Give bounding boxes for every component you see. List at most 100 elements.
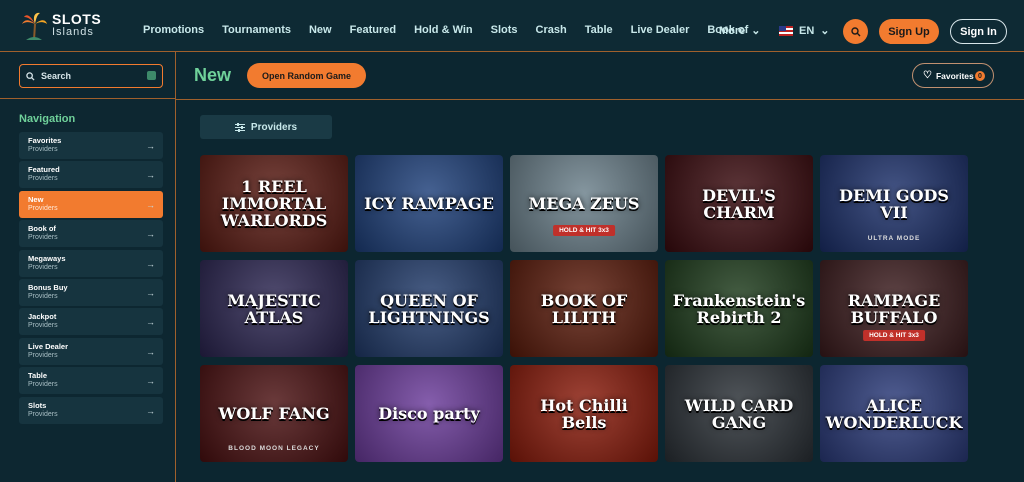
sidebar-item-megaways[interactable]: Megaways Providers → <box>19 249 163 277</box>
sidebar-item-favorites[interactable]: Favorites Providers → <box>19 132 163 159</box>
nav-crash[interactable]: Crash <box>536 24 567 36</box>
shortcut-icon <box>147 71 156 80</box>
sidebar-item-sub: Providers <box>28 322 58 330</box>
game-tile[interactable]: ALICE WONDERLUCK <box>820 365 968 462</box>
game-tile[interactable]: ICY RAMPAGE <box>355 155 503 252</box>
sidebar-item-label: Jackpot <box>28 312 57 322</box>
sidebar-search-input[interactable]: Search <box>19 64 163 88</box>
game-title: DEVIL'S CHARM <box>702 185 776 222</box>
sidebar-item-new[interactable]: New Providers → <box>19 190 163 218</box>
game-title: DEMI GODS VII <box>839 185 949 222</box>
sidebar-item-label: Bonus Buy <box>28 282 68 292</box>
sign-in-button[interactable]: Sign In <box>950 19 1007 44</box>
game-tile[interactable]: BOOK OF LILITH <box>510 260 658 357</box>
nav-table[interactable]: Table <box>585 24 613 36</box>
nav-tournaments[interactable]: Tournaments <box>222 24 291 36</box>
sign-up-button[interactable]: Sign Up <box>879 19 939 44</box>
sidebar-item-bonus-buy[interactable]: Bonus Buy Providers → <box>19 278 163 306</box>
sidebar-item-label: Favorites <box>28 136 62 145</box>
game-title: WILD CARD GANG <box>684 395 794 432</box>
brand-sub: Islands <box>52 26 94 38</box>
providers-label: Providers <box>250 121 298 133</box>
search-icon <box>850 26 860 36</box>
search-button[interactable] <box>843 19 868 44</box>
game-title: Frankenstein's Rebirth 2 <box>672 290 806 327</box>
game-subtitle: BLOOD MOON LEGACY <box>228 445 320 452</box>
providers-filter-button[interactable]: Providers <box>200 115 332 139</box>
more-menu[interactable]: More ⌄ <box>719 24 761 38</box>
chevron-down-icon: ⌄ <box>751 25 761 37</box>
sidebar-item-slots[interactable]: Slots Providers → <box>19 396 163 424</box>
game-tile[interactable]: DEVIL'S CHARM <box>665 155 813 252</box>
arrow-right-icon: → <box>146 258 155 269</box>
sidebar-item-label: Megaways <box>28 253 66 263</box>
nav-featured[interactable]: Featured <box>350 24 396 36</box>
game-title: MAJESTIC ATLAS <box>227 290 321 327</box>
game-tile[interactable]: Frankenstein's Rebirth 2 <box>665 260 813 357</box>
game-badge: HOLD & HIT 3x3 <box>553 225 615 236</box>
uk-flag-icon <box>779 25 793 36</box>
navigation-title: Navigation <box>19 113 76 125</box>
navigation-list: Favorites Providers → Featured Providers → N… <box>19 132 163 426</box>
sidebar-item-book-of[interactable]: Book of Providers → <box>19 220 163 248</box>
sidebar: Search Navigation Favorites Providers → Fe… <box>0 52 176 482</box>
game-tile[interactable]: MEGA ZEUS HOLD & HIT 3x3 <box>510 155 658 252</box>
game-subtitle: ULTRA MODE <box>867 235 921 242</box>
arrow-right-icon: → <box>146 405 155 416</box>
arrow-right-icon: → <box>146 229 155 240</box>
nav-new[interactable]: New <box>309 24 332 36</box>
game-title: MEGA ZEUS <box>528 194 640 213</box>
game-tile[interactable]: 1 REEL IMMORTAL WARLORDS <box>200 155 348 252</box>
sidebar-item-label: Slots <box>28 400 47 410</box>
game-tile[interactable]: Hot Chilli Bells <box>510 365 658 462</box>
nav-live-dealer[interactable]: Live Dealer <box>631 24 690 36</box>
open-random-game-button[interactable]: Open Random Game <box>247 63 366 88</box>
divider <box>0 98 176 99</box>
nav-slots[interactable]: Slots <box>491 24 518 36</box>
sidebar-item-jackpot[interactable]: Jackpot Providers → <box>19 308 163 336</box>
sidebar-item-sub: Providers <box>28 381 58 389</box>
game-title: QUEEN OF LIGHTNINGS <box>368 290 490 327</box>
sidebar-item-live-dealer[interactable]: Live Dealer Providers → <box>19 337 163 365</box>
search-placeholder: Search <box>41 71 72 81</box>
game-tile[interactable]: RAMPAGE BUFFALO HOLD & HIT 3x3 <box>820 260 968 357</box>
heart-icon: ♡ <box>923 70 932 81</box>
arrow-right-icon: → <box>146 287 155 298</box>
game-tile[interactable]: MAJESTIC ATLAS <box>200 260 348 357</box>
language-selector[interactable]: EN ⌄ <box>779 24 830 37</box>
sidebar-item-featured[interactable]: Featured Providers → <box>19 161 163 189</box>
content-topbar: New Open Random Game ♡ Favorites 0 <box>176 52 1024 100</box>
sidebar-item-sub: Providers <box>28 204 58 212</box>
sidebar-item-sub: Providers <box>28 292 58 300</box>
game-tile[interactable]: WOLF FANG BLOOD MOON LEGACY <box>200 365 348 462</box>
sliders-icon <box>234 122 245 132</box>
favorites-count-badge: 0 <box>975 71 985 81</box>
arrow-right-icon: → <box>146 346 155 357</box>
more-label: More <box>719 24 746 37</box>
page-title: New <box>194 65 232 85</box>
sidebar-item-label: Live Dealer <box>28 341 69 351</box>
logo[interactable]: SLOTS Islands <box>20 8 130 44</box>
game-tile[interactable]: WILD CARD GANG <box>665 365 813 462</box>
sidebar-item-table[interactable]: Table Providers → <box>19 367 163 395</box>
game-title: WOLF FANG <box>218 404 330 423</box>
game-title: Hot Chilli Bells <box>540 395 628 432</box>
search-icon <box>26 71 35 81</box>
top-header: SLOTS Islands Promotions Tournaments New… <box>0 0 1024 52</box>
game-tile[interactable]: QUEEN OF LIGHTNINGS <box>355 260 503 357</box>
arrow-right-icon: → <box>146 376 155 387</box>
favorites-button[interactable]: ♡ Favorites 0 <box>912 63 994 88</box>
game-badge: HOLD & HIT 3x3 <box>863 330 925 341</box>
game-tile[interactable]: DEMI GODS VII ULTRA MODE <box>820 155 968 252</box>
game-title: RAMPAGE BUFFALO <box>847 290 941 327</box>
arrow-right-icon: → <box>146 199 155 210</box>
nav-hold-win[interactable]: Hold & Win <box>414 24 473 36</box>
game-tile[interactable]: Disco party <box>355 365 503 462</box>
sidebar-item-label: Table <box>28 371 48 381</box>
palm-logo-icon <box>20 10 48 42</box>
game-title: ICY RAMPAGE <box>364 194 494 213</box>
brand-name: SLOTS <box>52 11 102 27</box>
game-title: Disco party <box>378 404 480 423</box>
nav-promotions[interactable]: Promotions <box>143 24 204 36</box>
language-label: EN <box>799 24 815 37</box>
